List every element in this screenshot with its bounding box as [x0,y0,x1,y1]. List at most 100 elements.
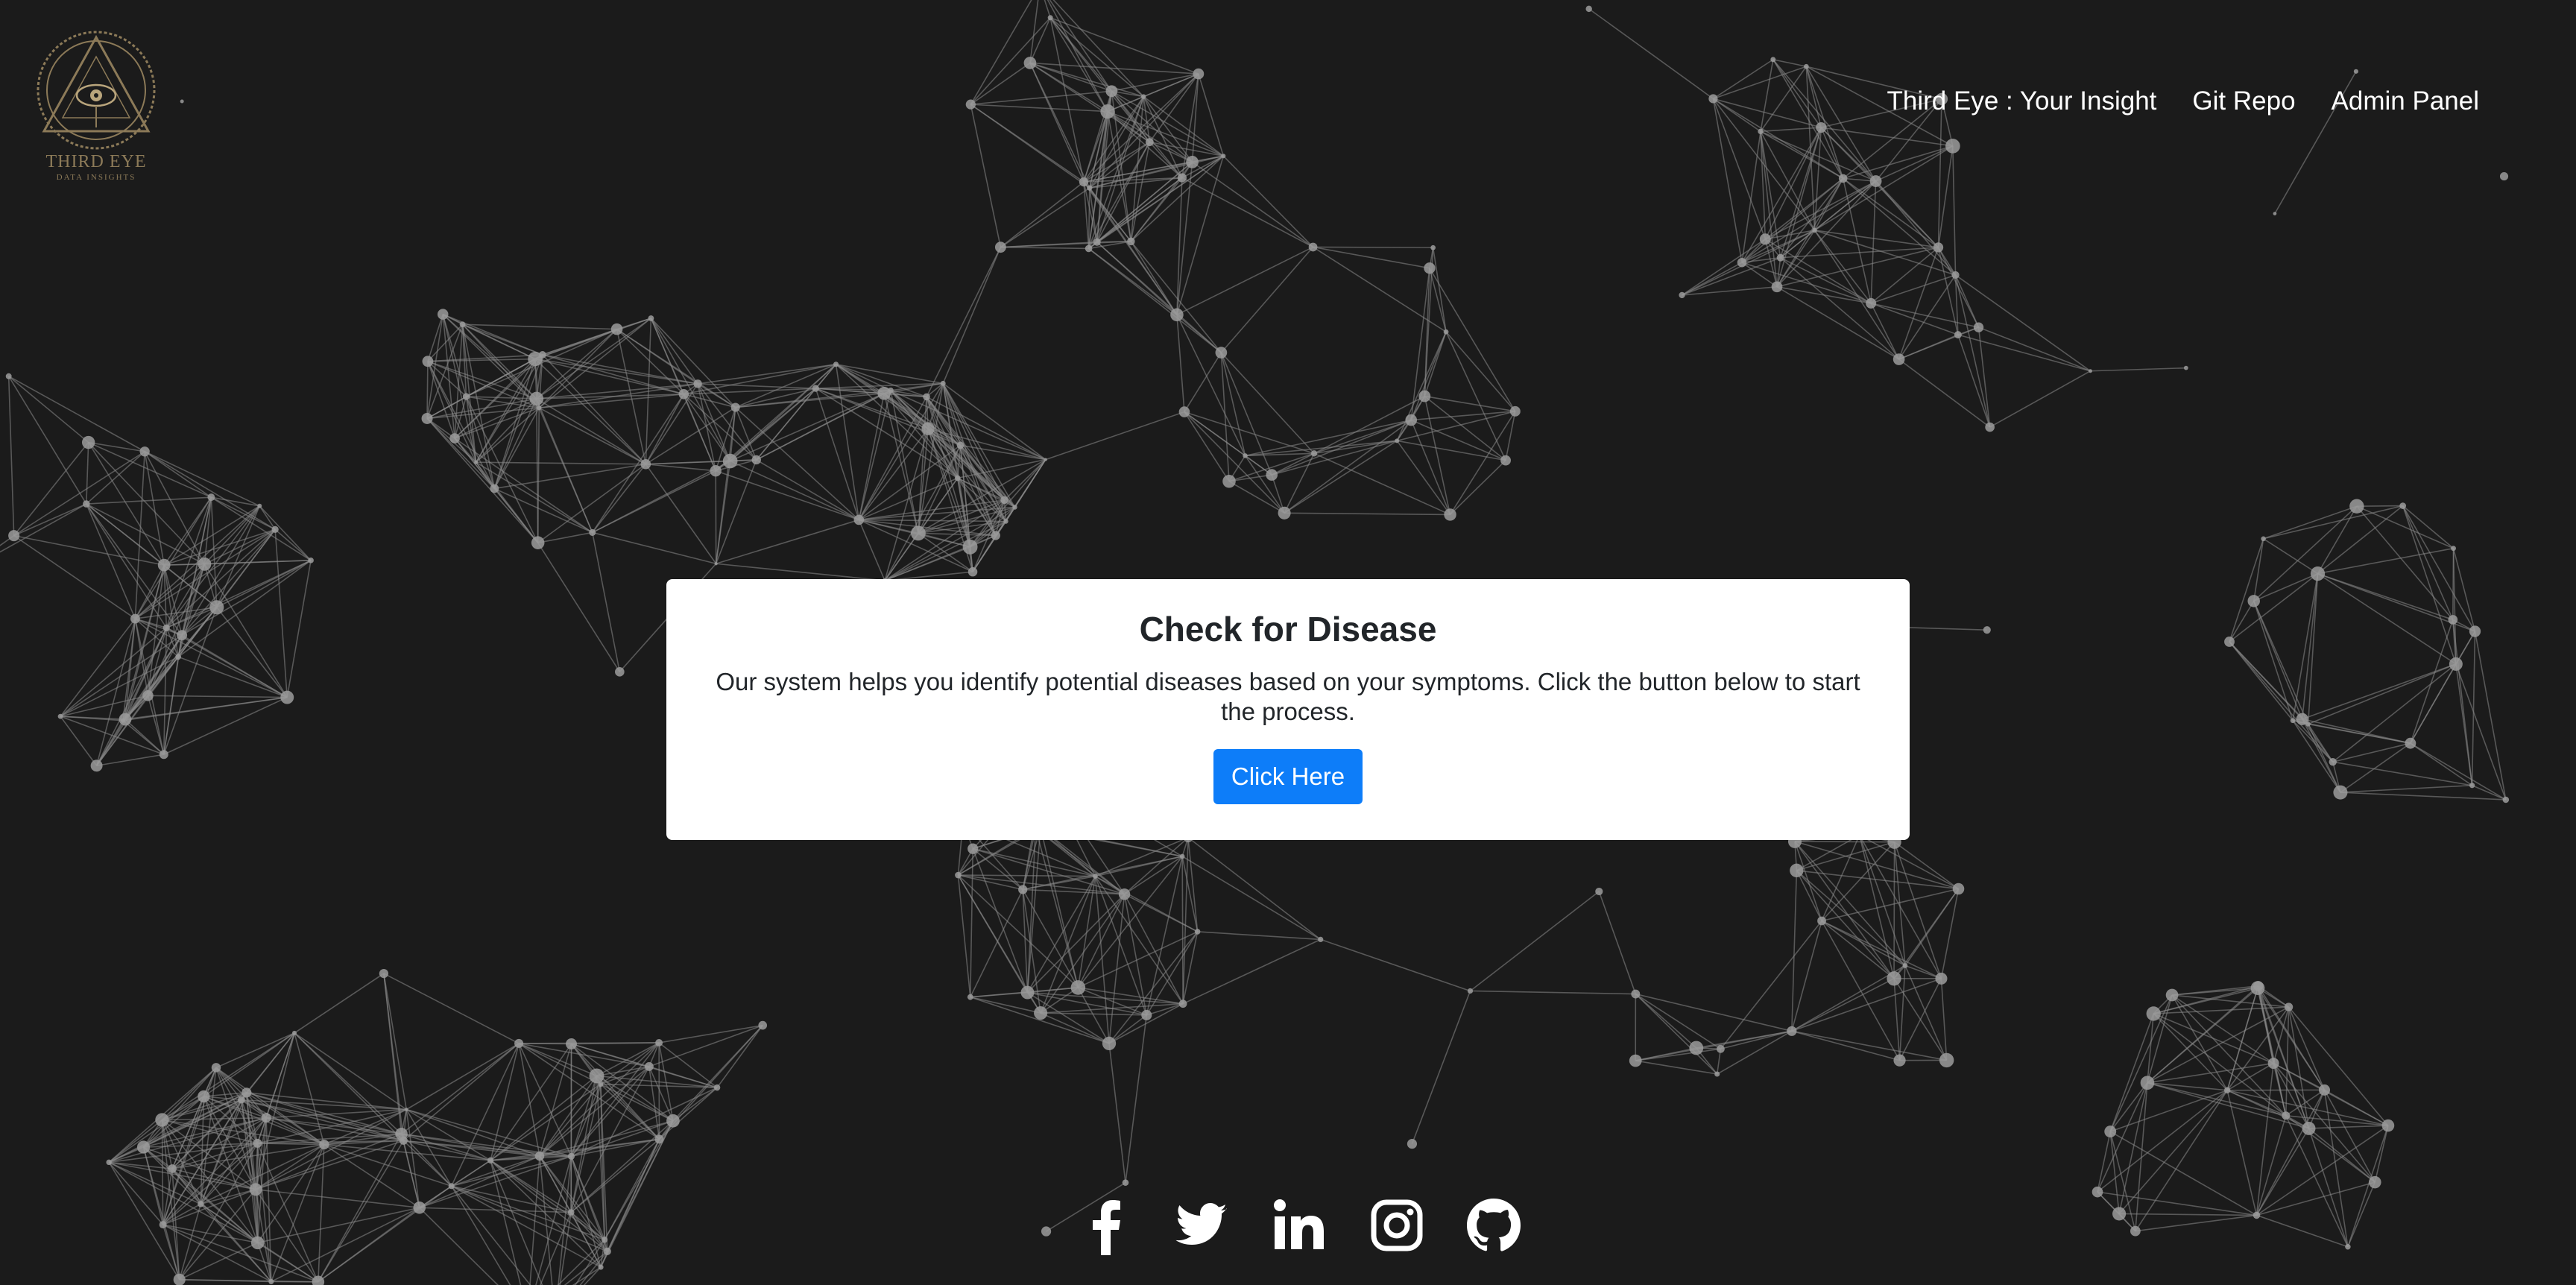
network-link [1088,155,1224,250]
network-node [1034,1006,1048,1020]
github-icon[interactable] [1464,1196,1524,1255]
network-link [1989,370,2091,428]
network-node [991,531,1000,540]
network-link [86,496,212,505]
logo[interactable]: THIRD EYE DATA INSIGHTS [33,27,160,183]
network-node [1983,626,1991,634]
network-link [1130,96,1145,241]
network-node [598,1081,604,1087]
network-node [2183,365,2188,370]
network-link [86,442,89,505]
network-link [1779,127,1822,258]
network-node [312,1275,325,1285]
network-node [1003,519,1008,524]
nav-item-git-repo[interactable]: Git Repo [2192,86,2295,116]
network-node [157,558,171,572]
network-node [437,309,449,320]
network-node [2381,1119,2395,1132]
facebook-icon[interactable] [1076,1196,1136,1255]
network-link [2097,1090,2228,1193]
network-link [536,398,539,543]
network-node [1787,1026,1797,1036]
network-node [1194,929,1201,935]
network-node [421,412,433,424]
network-link [383,973,520,1044]
network-node [1318,936,1324,943]
social-links [1076,1196,1524,1255]
network-link [942,247,1002,384]
network-link [2109,1013,2154,1132]
network-node [1714,1071,1720,1077]
network-node [1145,138,1154,147]
network-link [926,247,1002,397]
network-link [1820,127,1844,179]
network-node [1418,390,1431,402]
network-link [1712,98,1743,263]
network-link [2135,1214,2257,1232]
network-link [2452,548,2455,620]
network-link [1000,181,1085,248]
network-node [1509,405,1521,417]
network-node [162,624,170,631]
network-link [1794,841,1906,967]
instagram-icon[interactable] [1367,1196,1427,1255]
network-link [1760,131,1778,287]
network-link [2229,600,2255,642]
network-link [1313,246,1447,332]
network-node [1221,154,1226,159]
network-link [1720,1030,1793,1050]
network-link [163,528,276,566]
network-node [487,1157,494,1164]
network-node [2448,615,2458,625]
network-node [2369,1175,2381,1189]
network-node [2345,1243,2351,1250]
network-node [1973,322,1984,332]
third-eye-logo-icon [37,31,156,150]
network-link [1682,256,1781,296]
network-link [1313,452,1450,516]
network-node [1047,15,1053,21]
network-link [1713,59,1774,100]
network-node [2449,657,2463,671]
network-link [537,531,593,543]
nav-item-third-eye[interactable]: Third Eye : Your Insight [1887,86,2157,116]
network-node [994,241,1006,253]
network-link [8,376,145,452]
network-link [2332,761,2472,786]
nav-item-admin-panel[interactable]: Admin Panel [2332,86,2479,116]
network-node [2253,1211,2261,1219]
network-link [462,323,617,330]
click-here-button[interactable]: Click Here [1213,749,1363,804]
network-node [589,1068,604,1084]
network-link [144,451,276,531]
network-node [1044,458,1047,461]
network-node [1776,253,1784,262]
linkedin-icon[interactable] [1270,1196,1330,1255]
network-node [1310,450,1318,457]
network-link [538,407,646,465]
network-node [404,1108,408,1111]
network-link [1245,440,1398,457]
network-node [965,99,976,110]
network-node [1041,1226,1052,1237]
network-node [8,530,20,542]
network-link [2288,1006,2389,1126]
network-link [957,874,1079,988]
network-node [1444,508,1456,521]
network-node [237,1096,245,1104]
network-link [1108,1043,1126,1183]
network-link [1130,241,1222,353]
network-link [972,848,1029,993]
network-node [693,379,702,388]
twitter-icon[interactable] [1173,1196,1233,1255]
network-link [402,1043,520,1141]
network-link [2317,547,2454,575]
network-link [1184,352,1222,413]
network-link [2301,719,2341,793]
network-node [291,1030,297,1035]
network-link [2308,1128,2375,1183]
network-node [956,441,965,449]
network-link [294,973,385,1034]
network-node [2140,1076,2155,1090]
network-node [640,458,651,470]
